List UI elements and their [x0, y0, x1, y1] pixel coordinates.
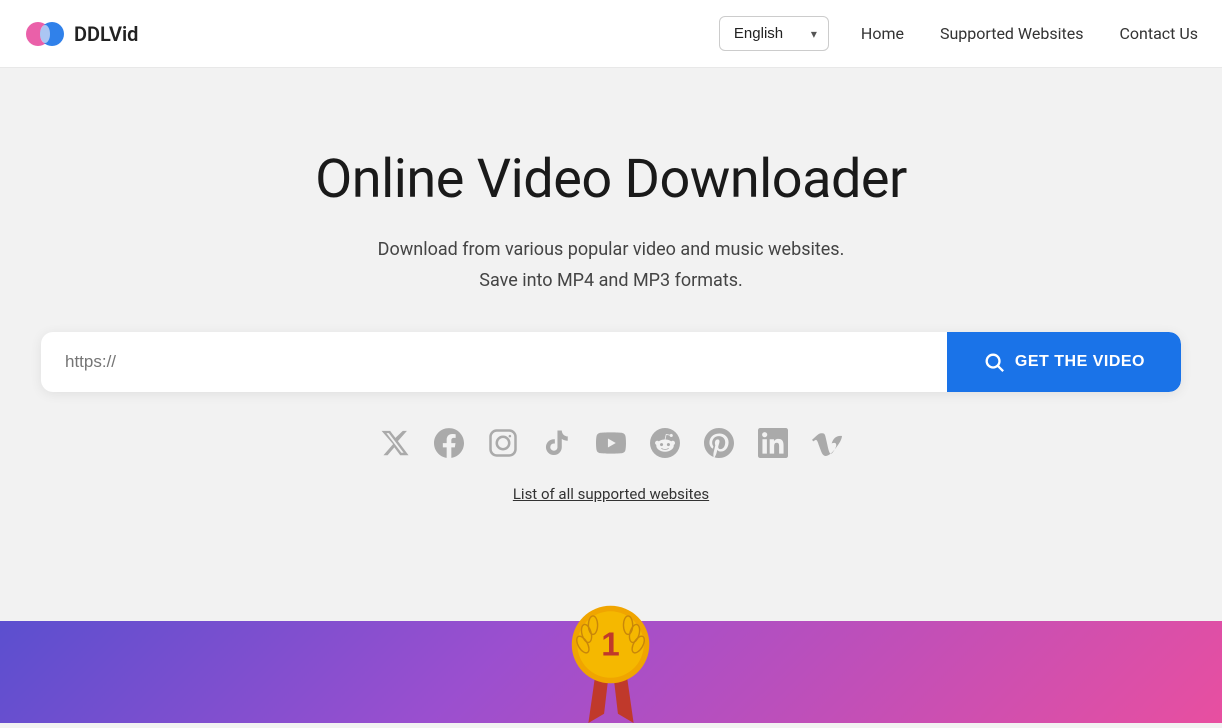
hero-subtitle-line2: Save into MP4 and MP3 formats. [479, 270, 743, 291]
navbar: DDLVid English Español Français Deutsch … [0, 0, 1222, 68]
twitter-icon [380, 428, 410, 464]
hero-section: Online Video Downloader Download from va… [0, 68, 1222, 603]
instagram-icon [488, 428, 518, 464]
url-input[interactable] [41, 332, 947, 392]
reddit-icon [650, 428, 680, 464]
nav-home-link[interactable]: Home [861, 24, 904, 43]
nav-links: Home Supported Websites Contact Us [861, 24, 1198, 43]
hero-subtitle: Download from various popular video and … [20, 235, 1202, 296]
medal-section: 1 [0, 603, 1222, 723]
supported-websites-link[interactable]: List of all supported websites [513, 485, 709, 503]
social-icons-row [20, 428, 1202, 464]
vimeo-icon [812, 428, 842, 464]
hero-title: Online Video Downloader [20, 148, 1202, 211]
facebook-icon [434, 428, 464, 464]
get-video-label: GET THE VIDEO [1015, 353, 1145, 371]
rank-medal: 1 [559, 603, 664, 723]
logo-text: DDLVid [74, 22, 138, 46]
tiktok-icon [542, 428, 572, 464]
nav-contact-link[interactable]: Contact Us [1119, 24, 1198, 43]
search-icon [983, 351, 1005, 373]
youtube-icon [596, 428, 626, 464]
nav-supported-link[interactable]: Supported Websites [940, 24, 1083, 43]
medal-wrapper: 1 [559, 603, 664, 723]
language-selector-wrapper: English Español Français Deutsch 中文 ▾ [719, 16, 829, 51]
logo-icon [24, 13, 66, 55]
svg-text:1: 1 [601, 627, 619, 664]
hero-subtitle-line1: Download from various popular video and … [378, 239, 845, 260]
logo-link[interactable]: DDLVid [24, 13, 138, 55]
linkedin-icon [758, 428, 788, 464]
language-select[interactable]: English Español Français Deutsch 中文 [719, 16, 829, 51]
pinterest-icon [704, 428, 734, 464]
get-video-button[interactable]: GET THE VIDEO [947, 332, 1181, 392]
search-bar: GET THE VIDEO [41, 332, 1181, 392]
